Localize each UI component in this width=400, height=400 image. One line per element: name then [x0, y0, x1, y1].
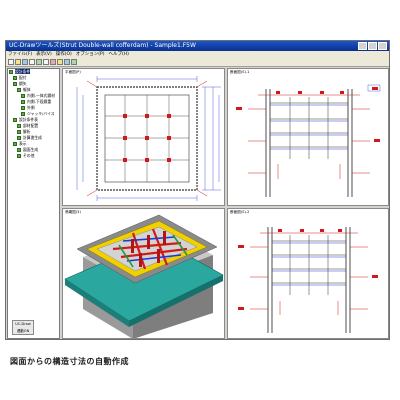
tree-node-icon — [17, 154, 21, 158]
tree-node-icon — [17, 136, 21, 140]
menu-view[interactable]: 表示(V) — [36, 51, 52, 58]
window-controls — [358, 42, 387, 50]
tree-item-label: 図面生成 — [23, 147, 39, 152]
tree-list: 設計条件 配付 鋼矢 躯体 内側-一体式鋼材 内側-下段鋼重 外側 ジャッキ/バイス 設計条件表… — [8, 69, 59, 159]
print-icon[interactable] — [29, 59, 35, 65]
title-bar: UC-Drawツールズ(Strut Double-wall cofferdam)… — [6, 41, 389, 51]
tree-item-label: 外側 — [27, 105, 35, 110]
tree-item[interactable]: その他 — [8, 153, 59, 159]
tree-node-icon — [13, 76, 17, 80]
minimize-button[interactable] — [358, 42, 367, 50]
tree-item-label: 表示 — [19, 141, 27, 146]
uc-draw-label: UC-Draw — [15, 322, 31, 326]
app-window: UC-Drawツールズ(Strut Double-wall cofferdam)… — [5, 40, 390, 340]
tree-node-icon — [21, 100, 25, 104]
plan-view-drawing — [76, 76, 221, 201]
menu-file[interactable]: ファイル(F) — [8, 51, 32, 58]
tree-item-label: 鋼矢 — [19, 81, 27, 86]
tree-node-icon — [17, 88, 21, 92]
help-icon[interactable] — [71, 59, 77, 65]
caption-text: 図面からの構造寸法の自動作成 — [10, 357, 129, 366]
tree-node-icon — [17, 130, 21, 134]
uc-draw-link-panel[interactable]: UC-Draw 連動ON — [12, 320, 34, 335]
menu-help[interactable]: ヘルプ(H) — [109, 51, 129, 58]
tree-node-icon — [21, 94, 25, 98]
plan-view-pane[interactable]: 平面図(P) — [62, 68, 225, 206]
open-icon[interactable] — [15, 59, 21, 65]
toolbar — [6, 58, 389, 67]
tree-node-icon — [17, 124, 21, 128]
tree-item-label: 設計条件表 — [19, 117, 38, 122]
3d-view-pane[interactable]: 鳥瞰図(3) — [62, 208, 225, 339]
zoom-icon[interactable] — [36, 59, 42, 65]
tree-item-label: 計算書生成 — [23, 135, 42, 140]
layer-icon[interactable] — [57, 59, 63, 65]
close-button[interactable] — [378, 42, 387, 50]
tree-node-icon — [13, 142, 17, 146]
tree-item-label: 躯体 — [23, 87, 31, 92]
tree-item-label: 解析 — [23, 129, 31, 134]
menu-operation[interactable]: 操作(O) — [56, 51, 72, 58]
export-icon[interactable] — [64, 59, 70, 65]
section2-view-drawing — [238, 227, 378, 333]
section1-view-pane[interactable]: 断面図(S)-1 — [227, 68, 389, 206]
navigation-tree: 設計条件 配付 鋼矢 躯体 内側-一体式鋼材 内側-下段鋼重 外側 ジャッキ/バイス 設計条件表… — [7, 68, 60, 339]
tree-node-icon — [17, 148, 21, 152]
section2-view-pane[interactable]: 断面図(S)-2 — [227, 208, 389, 339]
new-icon[interactable] — [8, 59, 14, 65]
tree-node-icon — [21, 112, 25, 116]
tree-item-label: 部材配置 — [23, 123, 39, 128]
tree-item-label: ジャッキ/バイス — [27, 111, 55, 116]
tree-item-label: 内側-一体式鋼材 — [27, 93, 55, 98]
window-title: UC-Drawツールズ(Strut Double-wall cofferdam)… — [9, 42, 196, 49]
tree-node-icon — [21, 106, 25, 110]
tree-item-label: 設計条件 — [15, 69, 31, 74]
3d-view-drawing — [64, 214, 224, 338]
tree-item-label: その他 — [23, 153, 35, 158]
menu-bar: ファイル(F) 表示(V) 操作(O) オプション(P) ヘルプ(H) — [6, 51, 389, 58]
tree-node-icon — [9, 70, 13, 74]
link-status-label: 連動ON — [16, 329, 30, 333]
tree-item-label: 配付 — [19, 75, 27, 80]
menu-options[interactable]: オプション(P) — [76, 51, 105, 58]
maximize-button[interactable] — [368, 42, 377, 50]
tree-item-label: 内側-下段鋼重 — [27, 99, 52, 104]
section1-view-drawing — [236, 84, 381, 197]
save-icon[interactable] — [22, 59, 28, 65]
tree-node-icon — [13, 82, 17, 86]
fit-icon[interactable] — [50, 59, 56, 65]
tree-node-icon — [13, 118, 17, 122]
pan-icon[interactable] — [43, 59, 49, 65]
